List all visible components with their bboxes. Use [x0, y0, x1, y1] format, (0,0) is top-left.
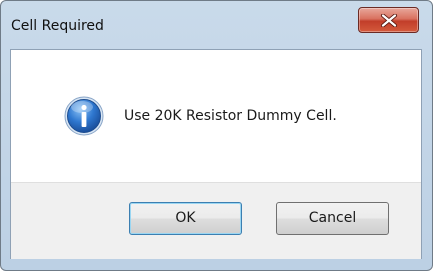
close-button[interactable] — [358, 7, 419, 33]
dialog-content: Use 20K Resistor Dummy Cell. OK Cancel — [10, 49, 422, 259]
ok-button[interactable]: OK — [129, 202, 242, 235]
dialog-message: Use 20K Resistor Dummy Cell. — [124, 108, 337, 124]
cancel-button[interactable]: Cancel — [276, 202, 389, 235]
information-icon — [64, 96, 104, 136]
dialog-window: Cell Required Use 20K Resistor Dummy Cel… — [0, 0, 433, 271]
button-bar: OK Cancel — [11, 182, 421, 259]
message-area: Use 20K Resistor Dummy Cell. — [11, 50, 421, 182]
close-icon — [381, 14, 397, 27]
dialog-title: Cell Required — [11, 18, 104, 34]
